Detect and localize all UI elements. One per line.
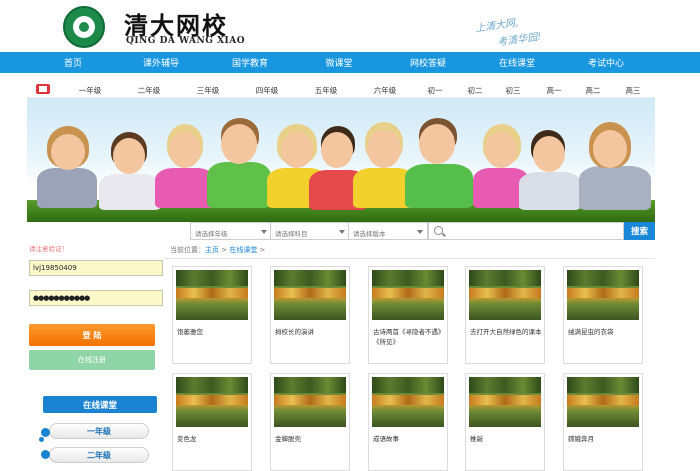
online-class-tab[interactable]: 在线课堂 (43, 396, 157, 413)
nav-item-micro-class[interactable]: 微课堂 (309, 56, 369, 69)
search-icon (434, 226, 443, 235)
nav-item-online-class[interactable]: 在线课堂 (487, 56, 547, 69)
course-thumbnail[interactable] (274, 270, 346, 320)
course-card[interactable]: 推敲 (465, 373, 545, 471)
course-thumbnail[interactable] (372, 270, 444, 320)
search-bar: 请选择年级 请选择科目 请选择版本 搜索 (163, 222, 655, 240)
sidebar-grade-1-button[interactable]: 一年级 (49, 423, 149, 439)
version-select[interactable]: 请选择版本 (348, 222, 428, 240)
grade-link[interactable]: 四年级 (247, 85, 287, 96)
nav-item-tutoring[interactable]: 课外辅导 (131, 56, 191, 69)
nav-item-exam-center[interactable]: 考试中心 (576, 56, 636, 69)
grade-link[interactable]: 一年级 (70, 85, 110, 96)
breadcrumb-home-link[interactable]: 主页 (205, 246, 219, 254)
book-icon (36, 84, 50, 94)
site-subtitle: QING DA WANG XIAO (126, 36, 246, 46)
course-thumbnail[interactable] (469, 270, 541, 320)
grade-link[interactable]: 初二 (455, 85, 495, 96)
grade-bar: 一年级 二年级 三年级 四年级 五年级 六年级 初一 初二 初三 高一 高二 高… (27, 81, 655, 98)
divider (163, 258, 655, 259)
grade-select[interactable]: 请选择年级 (190, 222, 272, 240)
course-title[interactable]: 金蝉脱壳 (275, 434, 347, 444)
grade-link[interactable]: 高三 (613, 85, 653, 96)
grade-link[interactable]: 三年级 (188, 85, 228, 96)
course-thumbnail[interactable] (469, 377, 541, 427)
bullet-icon (41, 450, 50, 459)
course-title[interactable]: 嫦娥奔月 (568, 434, 640, 444)
course-thumbnail[interactable] (567, 377, 639, 427)
slogan: 上清大网, 考清华园! (474, 9, 558, 52)
breadcrumb-end: > (257, 246, 266, 254)
course-title[interactable]: 饱萎雅您 (177, 327, 249, 337)
grade-link[interactable]: 初三 (493, 85, 533, 96)
breadcrumb-current-link[interactable]: 在线课堂 (229, 246, 257, 254)
breadcrumb-prefix: 当前位置： (170, 246, 205, 254)
bullet-icon (41, 428, 50, 437)
search-input[interactable] (428, 222, 624, 240)
bullet-icon (39, 437, 44, 442)
login-panel: 请注意验证！ lvj19850409 ●●●●●●●●●●● 登 陆 在线注册 … (27, 222, 163, 463)
course-card[interactable]: 绒满昆虫的衣袋 (563, 266, 643, 364)
breadcrumb: 当前位置：主页 > 在线课堂 > (170, 245, 655, 255)
password-field[interactable]: ●●●●●●●●●●● (29, 290, 163, 306)
grade-link[interactable]: 高二 (573, 85, 613, 96)
course-card[interactable]: 去打开大自然绿色的课本 (465, 266, 545, 364)
grade-link[interactable]: 初一 (415, 85, 455, 96)
search-button[interactable]: 搜索 (624, 222, 655, 240)
grade-link[interactable]: 二年级 (129, 85, 169, 96)
course-card[interactable]: 成语故事 (368, 373, 448, 471)
site-header: 清大网校 QING DA WANG XIAO 上清大网, 考清华园! (0, 0, 700, 52)
logo-emblem-icon[interactable] (63, 6, 105, 48)
main-nav: 首页 课外辅导 国学教育 微课堂 网校答疑 在线课堂 考试中心 (0, 52, 700, 73)
hero-banner-image (27, 98, 655, 222)
course-title[interactable]: 古诗两首《寻隐者不遇》《所见》 (373, 327, 445, 347)
subject-select[interactable]: 请选择科目 (270, 222, 350, 240)
grade-link[interactable]: 五年级 (306, 85, 346, 96)
grade-link[interactable]: 六年级 (365, 85, 405, 96)
course-thumbnail[interactable] (372, 377, 444, 427)
course-card[interactable]: 变色龙 (172, 373, 252, 471)
nav-item-chinese-studies[interactable]: 国学教育 (220, 56, 280, 69)
course-card[interactable]: 金蝉脱壳 (270, 373, 350, 471)
course-card[interactable]: 嫦娥奔月 (563, 373, 643, 471)
username-field[interactable]: lvj19850409 (29, 260, 163, 276)
course-title[interactable]: 推敲 (470, 434, 542, 444)
course-title[interactable]: 去打开大自然绿色的课本 (470, 327, 542, 337)
course-thumbnail[interactable] (274, 377, 346, 427)
login-warning: 请注意验证！ (29, 245, 68, 253)
nav-item-home[interactable]: 首页 (43, 56, 103, 69)
course-title[interactable]: 绒满昆虫的衣袋 (568, 327, 640, 337)
nav-item-qa[interactable]: 网校答疑 (398, 56, 458, 69)
sidebar-grade-2-button[interactable]: 二年级 (49, 447, 149, 463)
login-button[interactable]: 登 陆 (29, 324, 155, 346)
register-button[interactable]: 在线注册 (29, 350, 155, 370)
course-thumbnail[interactable] (176, 377, 248, 427)
course-thumbnail[interactable] (567, 270, 639, 320)
grade-link[interactable]: 高一 (534, 85, 574, 96)
course-thumbnail[interactable] (176, 270, 248, 320)
course-title[interactable]: 变色龙 (177, 434, 249, 444)
course-card[interactable]: 饱萎雅您 (172, 266, 252, 364)
course-card[interactable]: 古诗两首《寻隐者不遇》《所见》 (368, 266, 448, 364)
course-card[interactable]: 拇校长的演讲 (270, 266, 350, 364)
course-title[interactable]: 拇校长的演讲 (275, 327, 347, 337)
breadcrumb-separator: > (219, 246, 230, 254)
course-title[interactable]: 成语故事 (373, 434, 445, 444)
